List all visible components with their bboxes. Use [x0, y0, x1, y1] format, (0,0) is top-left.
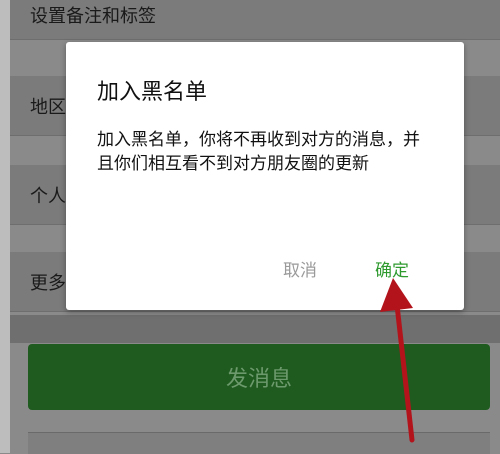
- row-remark-label: 设置备注和标签: [30, 5, 156, 27]
- left-edge-strip: [0, 0, 10, 453]
- confirm-button[interactable]: 确定: [375, 256, 409, 281]
- row-more-label: 更多: [30, 272, 66, 294]
- dialog-message: 加入黑名单，你将不再收到对方的消息，并且你们相互看不到对方朋友圈的更新: [97, 130, 420, 174]
- section-gap: [10, 315, 500, 343]
- cancel-button[interactable]: 取消: [283, 256, 317, 281]
- dialog-title: 加入黑名单: [97, 80, 208, 105]
- send-message-label: 发消息: [225, 367, 292, 392]
- row-remark-and-tags[interactable]: 设置备注和标签: [10, 0, 500, 40]
- bottom-bar: [28, 432, 490, 454]
- send-message-button[interactable]: 发消息: [28, 344, 490, 410]
- row-personal-label: 个人: [30, 185, 66, 207]
- row-region-label: 地区: [30, 96, 66, 118]
- blacklist-dialog: 加入黑名单 加入黑名单，你将不再收到对方的消息，并且你们相互看不到对方朋友圈的更…: [66, 42, 464, 310]
